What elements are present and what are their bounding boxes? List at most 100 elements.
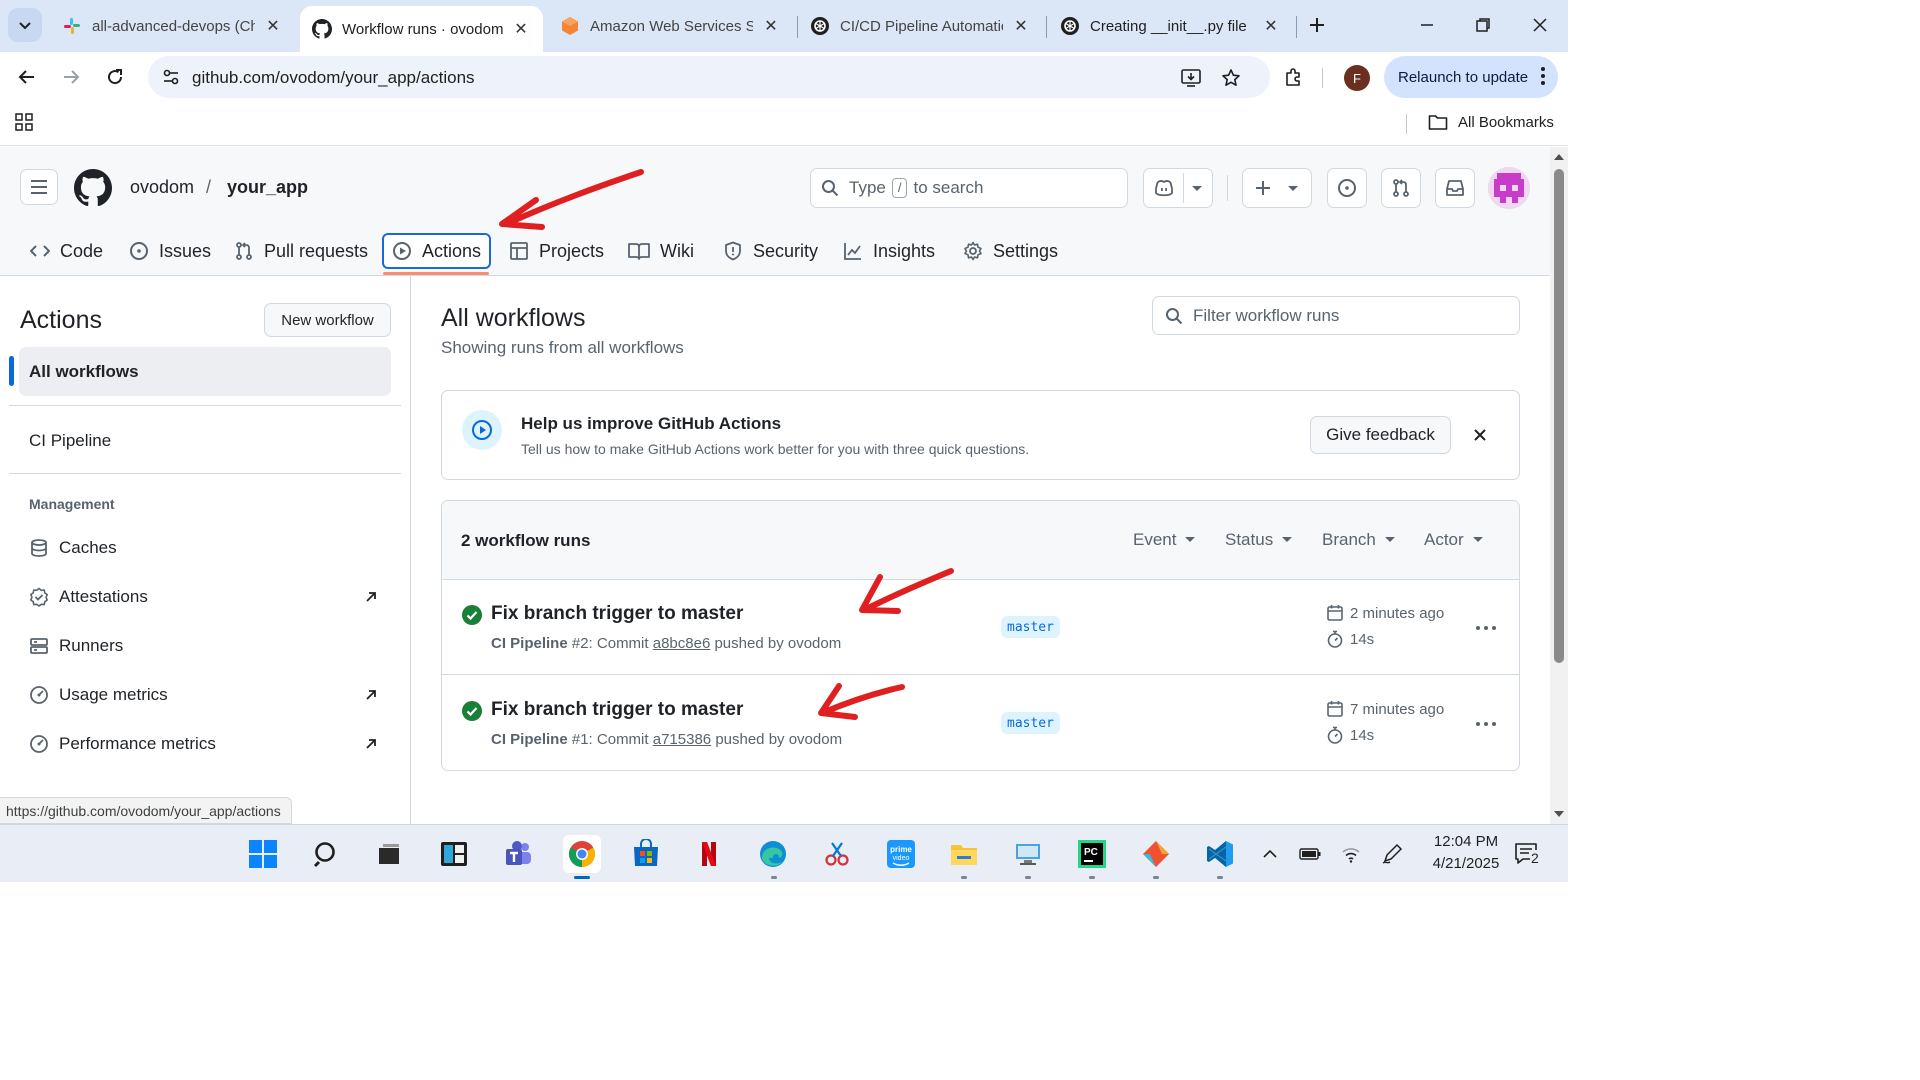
search-icon[interactable] [308, 835, 346, 873]
sidebar-item-caches[interactable]: Caches [29, 538, 117, 558]
widgets-icon[interactable] [435, 835, 473, 873]
extensions-button[interactable] [1276, 60, 1310, 94]
branch-label[interactable]: master [1001, 712, 1060, 734]
ms-store-icon[interactable] [627, 835, 665, 873]
branch-label[interactable]: master [1001, 616, 1060, 638]
windows-start-icon[interactable] [244, 835, 282, 873]
tab-insights[interactable]: Insights [843, 233, 935, 269]
chrome-icon[interactable] [563, 835, 601, 873]
event-filter-dropdown[interactable]: Event [1133, 530, 1196, 550]
create-new-button[interactable] [1242, 168, 1312, 208]
tab-pull-requests[interactable]: Pull requests [234, 233, 368, 269]
tab-search-button[interactable] [8, 8, 42, 42]
show-hidden-icons-chevron-icon[interactable] [1258, 842, 1282, 866]
global-search-input[interactable]: Type / to search [810, 168, 1128, 208]
kebab-menu-icon[interactable] [1472, 616, 1500, 640]
reload-button[interactable] [98, 60, 132, 94]
sidebar-item-ci-pipeline[interactable]: CI Pipeline [29, 431, 111, 451]
github-logo-icon[interactable] [74, 169, 112, 207]
back-button[interactable] [10, 60, 44, 94]
new-tab-button[interactable] [1302, 10, 1332, 40]
teams-icon[interactable] [499, 835, 537, 873]
browser-tab-chatgpt-init[interactable]: Creating __init__.py file ✕ [1048, 6, 1293, 46]
workflow-run-row[interactable]: Fix branch trigger to master CI Pipeline… [442, 676, 1519, 770]
page-scrollbar[interactable] [1550, 147, 1568, 824]
user-avatar[interactable] [1488, 167, 1530, 209]
restore-button[interactable] [1468, 10, 1498, 40]
branch-filter-dropdown[interactable]: Branch [1322, 530, 1396, 550]
close-tab-icon[interactable]: ✕ [761, 16, 781, 36]
new-workflow-button[interactable]: New workflow [264, 303, 391, 337]
run-title-link[interactable]: Fix branch trigger to master [491, 699, 743, 721]
pycharm-icon[interactable]: PC [1073, 835, 1111, 873]
copilot-button[interactable] [1143, 168, 1213, 208]
task-view-icon[interactable] [370, 835, 408, 873]
browser-tab-chatgpt-cicd[interactable]: CI/CD Pipeline Automatic ✕ [798, 6, 1043, 46]
prime-video-icon[interactable]: prime video [882, 835, 920, 873]
sidebar-item-performance-metrics[interactable]: Performance metrics [29, 734, 216, 754]
tab-issues[interactable]: Issues [129, 233, 211, 269]
close-tab-icon[interactable]: ✕ [263, 16, 283, 36]
battery-icon[interactable] [1298, 842, 1322, 866]
kebab-menu-icon[interactable] [1472, 712, 1500, 736]
menu-button[interactable] [20, 169, 58, 205]
file-explorer-icon[interactable] [945, 835, 983, 873]
inbox-button[interactable] [1435, 168, 1475, 208]
tab-actions[interactable]: Actions [382, 233, 492, 269]
sidebar-item-usage-metrics[interactable]: Usage metrics [29, 685, 168, 705]
netflix-icon[interactable] [690, 835, 728, 873]
browser-tab-github[interactable]: Workflow runs · ovodom/ ✕ [300, 6, 543, 52]
git-icon[interactable] [1137, 835, 1175, 873]
sidebar-item-runners[interactable]: Runners [29, 636, 123, 656]
vscode-icon[interactable] [1201, 835, 1239, 873]
apps-grid-icon[interactable] [14, 112, 34, 132]
pen-icon[interactable] [1380, 842, 1404, 866]
tab-code[interactable]: Code [30, 233, 103, 269]
caret-down-icon[interactable] [1191, 183, 1203, 193]
tab-security[interactable]: Security [723, 233, 818, 269]
run-title-link[interactable]: Fix branch trigger to master [491, 603, 743, 625]
edge-icon[interactable] [754, 835, 792, 873]
breadcrumb-owner[interactable]: ovodom [130, 177, 194, 198]
scrollbar-thumb[interactable] [1554, 169, 1564, 663]
forward-button[interactable] [54, 60, 88, 94]
address-bar[interactable]: github.com/ovodom/your_app/actions [148, 56, 1270, 98]
close-tab-icon[interactable]: ✕ [511, 19, 531, 39]
pull-requests-button[interactable] [1381, 168, 1421, 208]
browser-tab-aws[interactable]: Amazon Web Services Sig ✕ [548, 6, 793, 46]
commit-sha-link[interactable]: a8bc8e6 [653, 635, 711, 652]
close-tab-icon[interactable]: ✕ [1011, 16, 1031, 36]
install-app-icon[interactable] [1178, 65, 1204, 91]
notification-center-icon[interactable]: 2 [1514, 842, 1546, 868]
commit-sha-link[interactable]: a715386 [653, 731, 711, 748]
close-icon[interactable] [1469, 424, 1491, 446]
sidebar-item-attestations[interactable]: Attestations [29, 587, 148, 607]
relaunch-button[interactable]: Relaunch to update [1384, 56, 1558, 98]
tab-projects[interactable]: Projects [509, 233, 604, 269]
bookmark-star-icon[interactable] [1218, 65, 1244, 91]
url-text[interactable]: github.com/ovodom/your_app/actions [192, 68, 475, 88]
filter-workflow-runs-input[interactable]: Filter workflow runs [1152, 296, 1520, 335]
remote-desktop-icon[interactable] [1009, 835, 1047, 873]
tab-label: Issues [159, 240, 212, 261]
all-bookmarks-button[interactable]: All Bookmarks [1428, 113, 1554, 131]
sidebar-item-all-workflows[interactable]: All workflows [19, 347, 391, 396]
wifi-icon[interactable] [1339, 842, 1363, 866]
more-vert-icon[interactable] [1540, 66, 1546, 86]
close-window-button[interactable] [1525, 10, 1555, 40]
actor-filter-dropdown[interactable]: Actor [1424, 530, 1484, 550]
snipping-icon[interactable] [818, 835, 856, 873]
profile-avatar[interactable]: F [1344, 65, 1370, 91]
tab-wiki[interactable]: Wiki [628, 233, 694, 269]
minimize-button[interactable] [1412, 10, 1442, 40]
tab-settings[interactable]: Settings [963, 233, 1058, 269]
status-filter-dropdown[interactable]: Status [1225, 530, 1293, 550]
give-feedback-button[interactable]: Give feedback [1310, 416, 1451, 454]
system-clock[interactable]: 12:04 PM 4/21/2025 [1418, 831, 1514, 875]
workflow-run-row[interactable]: Fix branch trigger to master CI Pipeline… [442, 580, 1519, 675]
browser-tab-slack[interactable]: all-advanced-devops (Ch ✕ [50, 6, 295, 46]
issues-button[interactable] [1327, 168, 1367, 208]
close-tab-icon[interactable]: ✕ [1261, 16, 1281, 36]
breadcrumb-repo[interactable]: your_app [227, 177, 308, 198]
site-info-icon[interactable] [158, 64, 184, 90]
